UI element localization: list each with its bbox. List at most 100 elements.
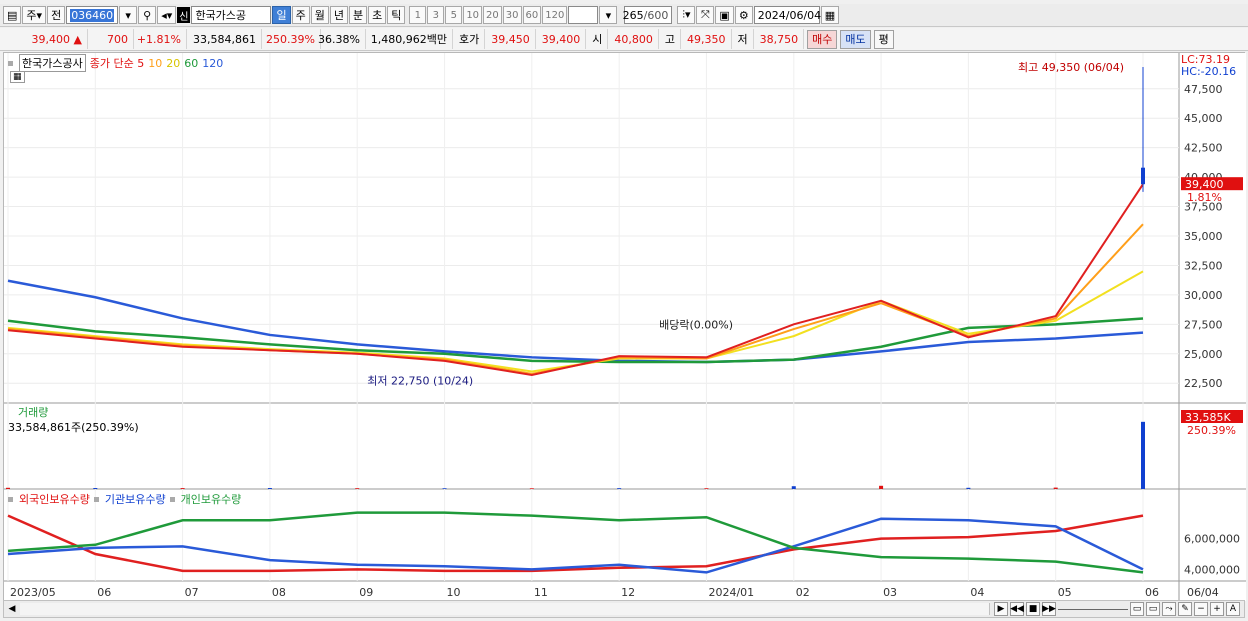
x-tick-label: 08 [272, 586, 286, 599]
layout-icon[interactable]: ▭ [1130, 602, 1144, 616]
price-tick-label: 45,000 [1184, 112, 1223, 125]
custom-interval-input[interactable] [568, 6, 599, 24]
chart-area[interactable]: 22,500 25,000 27,500 30,000 32,500 35,000 37,5… [3, 52, 1246, 601]
chart-toolbar: ▤ 주 ▾ 전 036460 ▾ ⚲ ◂▾ 신 한국가스공 일 주 월 년 분 초… [0, 4, 1248, 27]
interval-buttons: 1 3 5 10 20 30 60 120 [409, 6, 568, 24]
scroll-left-icon[interactable]: ◀ [4, 604, 20, 614]
price-legend: 한국가스공사 종가 단순 5 10 20 60 120 [8, 54, 223, 72]
legend-dot-icon [169, 496, 175, 502]
zoom-slider[interactable] [1058, 608, 1128, 610]
prev-button[interactable]: 전 [47, 6, 66, 24]
layout2-icon[interactable]: ▭ [1146, 602, 1160, 616]
interval-button-60[interactable]: 60 [522, 6, 542, 24]
low-annotation: 최저 22,750 (10/24) [367, 374, 473, 387]
period-type-select[interactable]: 주 ▾ [22, 6, 47, 24]
ma5-label: 5 [137, 57, 145, 70]
buy-button[interactable]: 매수 [807, 29, 838, 49]
ma60-label: 60 [184, 56, 199, 70]
gear-icon[interactable]: ⚙ [734, 6, 753, 24]
interval-button-5[interactable]: 5 [445, 6, 463, 24]
interval-button-1[interactable]: 1 [409, 6, 427, 24]
ask-price-1: 39,450 [486, 29, 536, 49]
hc-label: HC:-20.16 [1181, 65, 1237, 78]
period-button-month[interactable]: 월 [310, 6, 329, 24]
period-button-second[interactable]: 초 [368, 6, 387, 24]
sell-button[interactable]: 매도 [840, 29, 871, 49]
volume-title: 거래량 [18, 406, 49, 419]
volume-value: 33,584,861 [188, 29, 262, 49]
market-badge: 신 [177, 7, 191, 23]
forward-icon[interactable]: ▶▶ [1042, 602, 1056, 616]
volume-bar [1053, 487, 1058, 489]
quote-bar: 39,400 ▲ 700 +1.81% 33,584,861 250.39% 3… [0, 28, 1248, 51]
search-icon[interactable]: ⚲ [138, 6, 157, 24]
x-tick-label: 12 [621, 586, 635, 599]
period-button-week[interactable]: 주 [291, 6, 310, 24]
code-dropdown-icon[interactable]: ▾ [119, 6, 138, 24]
interval-dropdown-icon[interactable]: ▾ [599, 6, 618, 24]
ask-label: 호가 [454, 29, 486, 49]
candle-type-icon[interactable]: ⫶▾ [677, 6, 696, 24]
period-button-day[interactable]: 일 [272, 6, 291, 24]
last-candle-body [1141, 167, 1145, 185]
volume-current-tag: 33,585K [1185, 411, 1231, 424]
x-tick-label: 06 [1145, 586, 1159, 599]
interval-button-3[interactable]: 3 [427, 6, 445, 24]
speaker-icon[interactable]: ◂▾ [157, 6, 177, 24]
period-buttons: 일 주 월 년 분 초 틱 [272, 6, 406, 24]
volume-bar [6, 487, 10, 489]
range-field[interactable]: 265/600 [623, 6, 673, 24]
chart-canvas[interactable]: 22,50025,00027,50030,00032,50035,00037,5… [4, 53, 1246, 601]
crosshair-icon[interactable]: ⤧ [696, 6, 715, 24]
x-tick-label: 11 [534, 586, 548, 599]
zoom-out-icon[interactable]: − [1194, 602, 1208, 616]
stock-name-field[interactable]: 한국가스공 [191, 6, 272, 24]
institution-holding-label: 기관보유수량 [104, 493, 166, 506]
indicator-icon[interactable]: ⤳ [1162, 602, 1176, 616]
ma120-label: 120 [202, 56, 224, 70]
scroll-track[interactable] [20, 603, 990, 615]
ask-price-2: 39,400 [537, 29, 587, 49]
price-tick-label: 25,000 [1184, 348, 1223, 361]
legend-dot-icon [93, 496, 99, 502]
individual-holding-label: 개인보유수량 [180, 493, 242, 506]
interval-button-30[interactable]: 30 [502, 6, 522, 24]
zoom-in-icon[interactable]: + [1210, 602, 1224, 616]
table-icon[interactable]: ▦ [10, 71, 25, 83]
calendar-icon[interactable]: ▦ [820, 6, 840, 24]
rewind-icon[interactable]: ◀◀ [1010, 602, 1024, 616]
playback-controls: ▶ ◀◀ ■ ▶▶ ▭ ▭ ⤳ ✎ − + A [990, 602, 1244, 616]
interval-button-10[interactable]: 10 [463, 6, 483, 24]
period-button-tick[interactable]: 틱 [387, 6, 406, 24]
font-icon[interactable]: A [1226, 602, 1240, 616]
chart-background [4, 53, 1246, 601]
volume-bar [267, 488, 272, 489]
period-button-year[interactable]: 년 [329, 6, 348, 24]
volume-bar [93, 488, 98, 489]
stock-label[interactable]: 한국가스공사 [19, 54, 86, 72]
stock-code-input[interactable]: 036460 [66, 6, 119, 24]
scroll-right-icon[interactable]: ▶ [994, 602, 1008, 616]
high-price: 49,350 [682, 29, 732, 49]
volume-bar [529, 488, 534, 489]
window-menu-icon[interactable]: ▤ [3, 6, 22, 24]
high-label: 고 [660, 29, 681, 49]
eval-button[interactable]: 평 [873, 29, 894, 49]
save-icon[interactable]: ▣ [715, 6, 734, 24]
current-pct-tag: 1.81% [1187, 191, 1222, 204]
x-tick-label: 10 [447, 586, 461, 599]
price-tick-label: 47,500 [1184, 83, 1223, 96]
period-type-value: 주 [26, 9, 37, 22]
date-field[interactable]: 2024/06/04 [753, 6, 821, 24]
interval-button-20[interactable]: 20 [483, 6, 502, 24]
interval-button-120[interactable]: 120 [542, 6, 568, 24]
period-button-minute[interactable]: 분 [348, 6, 368, 24]
price-tick-label: 22,500 [1184, 377, 1223, 390]
holding-tick-label: 6,000,000 [1184, 533, 1240, 546]
stop-icon[interactable]: ■ [1026, 602, 1040, 616]
x-tick-label: 09 [359, 586, 373, 599]
volume-current-pct: 250.39% [1187, 424, 1236, 437]
volume-bar [704, 488, 709, 489]
draw-icon[interactable]: ✎ [1178, 602, 1192, 616]
holding-tick-label: 4,000,000 [1184, 563, 1240, 576]
